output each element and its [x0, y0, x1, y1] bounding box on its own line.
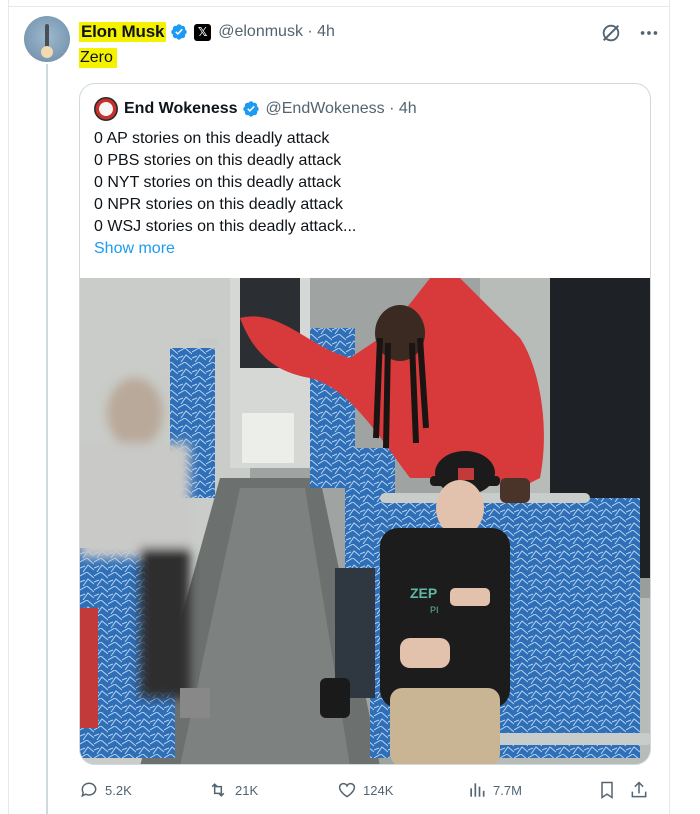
- shirt-print-text: ZEP: [410, 585, 437, 601]
- share-button[interactable]: [629, 780, 649, 800]
- grok-icon[interactable]: [600, 22, 622, 44]
- frame-border-right: [669, 0, 670, 814]
- quoted-text-line: 0 PBS stories on this deadly attack: [94, 152, 342, 169]
- quoted-author-avatar[interactable]: [94, 97, 118, 121]
- show-more-link[interactable]: Show more: [94, 238, 634, 260]
- shirt-print-text-2: PI: [430, 605, 439, 615]
- quoted-author-handle[interactable]: @EndWokeness · 4h: [266, 100, 417, 118]
- view-count: 7.7M: [493, 782, 522, 798]
- like-count: 124K: [363, 782, 394, 798]
- thread-line: [46, 64, 48, 814]
- like-button[interactable]: 124K: [337, 780, 393, 800]
- views-button[interactable]: 7.7M: [467, 780, 522, 800]
- tweet-top-actions: [600, 22, 660, 44]
- bookmark-icon: [601, 781, 613, 799]
- reply-icon: [81, 782, 97, 798]
- verified-badge-icon: [171, 24, 187, 40]
- quoted-text-line: 0 WSJ stories on this deadly attack...: [94, 218, 357, 235]
- quoted-tweet-header: End Wokeness @EndWokeness · 4h: [94, 97, 417, 121]
- bookmark-button[interactable]: [597, 780, 617, 800]
- quoted-text-line: 0 NPR stories on this deadly attack: [94, 196, 344, 213]
- author-name[interactable]: Elon Musk: [79, 22, 167, 42]
- quoted-tweet-text: 0 AP stories on this deadly attack 0 PBS…: [94, 128, 634, 260]
- reply-count: 5.2K: [105, 782, 132, 798]
- tweet-action-bar: 5.2K 21K 124K 7.7M: [79, 780, 651, 804]
- repost-icon: [211, 783, 225, 797]
- author-avatar[interactable]: [24, 16, 70, 62]
- analytics-bar-icon: [470, 783, 485, 797]
- rocket-icon: [45, 24, 49, 48]
- share-icon: [631, 781, 647, 798]
- reply-button[interactable]: 5.2K: [79, 780, 132, 800]
- x-affiliate-badge-icon: 𝕏: [194, 23, 212, 41]
- train-interior-image[interactable]: ZEP PI: [80, 278, 651, 765]
- repost-button[interactable]: 21K: [207, 780, 258, 800]
- repost-count: 21K: [235, 782, 259, 798]
- quoted-tweet-time[interactable]: 4h: [399, 100, 417, 117]
- frame-border-top: [8, 6, 670, 7]
- frame-border-left: [8, 0, 9, 814]
- quoted-tweet-card[interactable]: End Wokeness @EndWokeness · 4h 0 AP stor…: [79, 83, 651, 765]
- tweet-time[interactable]: 4h: [317, 23, 335, 40]
- quoted-text-line: 0 AP stories on this deadly attack: [94, 130, 330, 147]
- author-handle[interactable]: @elonmusk · 4h: [218, 23, 335, 41]
- more-options-icon[interactable]: [638, 22, 660, 44]
- quoted-author-name[interactable]: End Wokeness: [124, 100, 238, 118]
- verified-badge-icon: [242, 101, 259, 117]
- tweet-text: Zero: [79, 48, 117, 68]
- quoted-text-line: 0 NYT stories on this deadly attack: [94, 174, 341, 191]
- launch-plume-icon: [41, 46, 53, 58]
- tweet-header: Elon Musk 𝕏 @elonmusk · 4h: [79, 20, 335, 44]
- heart-icon: [338, 782, 356, 798]
